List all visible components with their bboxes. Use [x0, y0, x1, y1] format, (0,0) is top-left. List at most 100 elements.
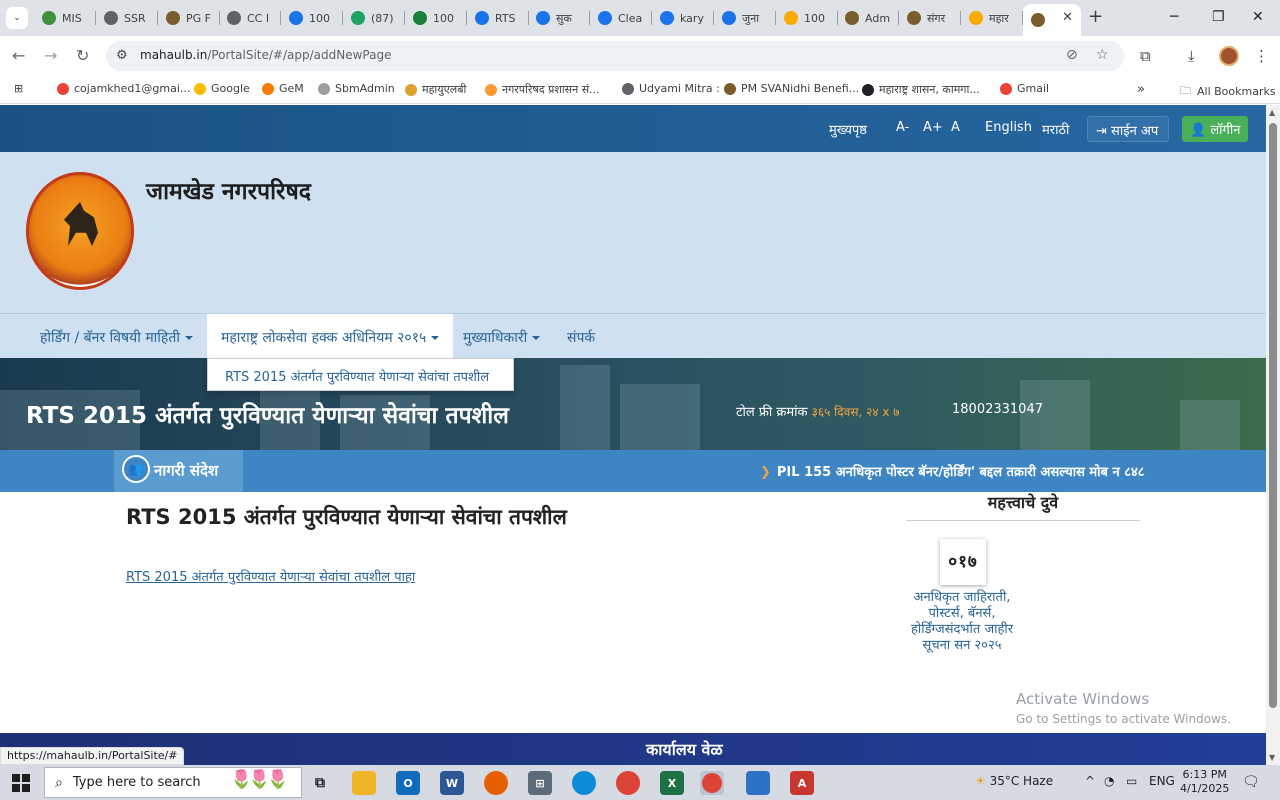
tab-label: RTS [495, 11, 516, 25]
login-button[interactable]: 👤 लॉगीन [1182, 116, 1248, 142]
minimize-icon[interactable]: ─ [1170, 8, 1178, 26]
scroll-thumb[interactable] [1269, 123, 1277, 708]
site-info-icon[interactable]: ⚙ [116, 48, 128, 63]
bookmark-item[interactable]: GeM [262, 82, 304, 95]
tray-overflow-icon[interactable]: ^ [1085, 774, 1095, 788]
browser-tab[interactable]: RTS [467, 5, 529, 31]
bookmark-item[interactable]: Udyami Mitra : [622, 82, 720, 95]
bookmark-star-icon[interactable]: ☆ [1096, 47, 1109, 63]
bookmark-item[interactable]: Gmail [1000, 82, 1049, 95]
bookmarks-overflow-icon[interactable]: » [1137, 82, 1145, 97]
bookmark-label: GeM [279, 82, 304, 95]
tab-favicon-icon [845, 11, 859, 25]
browser-tab[interactable]: संगर [899, 5, 961, 31]
menu-item-chief-officer[interactable]: मुख्याधिकारी [463, 328, 541, 347]
bookmark-favicon-icon [194, 82, 206, 95]
kebab-menu-icon[interactable]: ⋮ [1254, 46, 1269, 66]
network-icon[interactable]: ◔ [1104, 774, 1114, 788]
font-increase-button[interactable]: A+ [923, 120, 943, 135]
tab-search-button[interactable]: ⌄ [6, 7, 28, 29]
chrome-active-icon[interactable] [700, 771, 724, 795]
close-tab-icon[interactable]: ✕ [1062, 10, 1073, 25]
browser-tab[interactable]: सुक [528, 5, 590, 31]
municipal-seal-logo[interactable] [26, 172, 134, 290]
task-view-icon[interactable]: ⧉ [308, 771, 332, 795]
bookmark-item[interactable]: नगरपरिषद प्रशासन सं... [485, 82, 600, 97]
firefox-icon[interactable] [484, 771, 508, 795]
reload-icon[interactable]: ↻ [76, 46, 89, 66]
browser-tab[interactable]: kary [652, 5, 714, 31]
browser-tab[interactable]: Clea [590, 5, 652, 31]
browser-tab[interactable]: 100 [281, 5, 343, 31]
notifications-icon[interactable]: 🗨 [1242, 774, 1260, 790]
store-icon[interactable]: ⊞ [528, 771, 552, 795]
windows-start-icon[interactable] [12, 774, 30, 792]
all-bookmarks-button[interactable]: 🗀 All Bookmarks [1180, 82, 1276, 101]
lang-english-link[interactable]: English [985, 120, 1032, 135]
chrome-icon[interactable] [616, 771, 640, 795]
bookmark-item[interactable]: महाराष्ट्र शासन, कामगा... [862, 82, 980, 97]
download-icon[interactable]: ⤓ [1188, 46, 1195, 66]
browser-tab[interactable]: Adm [837, 5, 899, 31]
weather-widget[interactable]: ☀ 35°C Haze [975, 774, 1053, 788]
rts-details-link[interactable]: RTS 2015 अंतर्गत पुरविण्यात येणाऱ्या सेव… [126, 567, 415, 585]
system-clock[interactable]: 6:13 PM 4/1/2025 [1180, 768, 1229, 796]
close-window-icon[interactable]: ✕ [1252, 8, 1264, 26]
browser-tab[interactable]: 100 [405, 5, 467, 31]
excel-icon[interactable]: X [660, 771, 684, 795]
signup-button[interactable]: ⇥ साईन अप [1087, 116, 1169, 142]
eye-off-icon[interactable]: ⊘ [1066, 47, 1078, 63]
office-hours-bar: कार्यालय वेळ [0, 733, 1266, 765]
apps-grid-icon[interactable]: ⊞ [14, 82, 23, 95]
notice-thumbnail[interactable]: ०१७ [940, 539, 986, 585]
ticker-message[interactable]: ❯ PIL 155 अनधिकृत पोस्टर बॅनर/होर्डिंग' ब… [760, 462, 1145, 480]
display-icon[interactable]: ▭ [1126, 774, 1137, 788]
menu-item-hoarding-info[interactable]: होर्डिंग / बॅनर विषयी माहिती [40, 328, 193, 347]
rts-dropdown-item[interactable]: RTS 2015 अंतर्गत पुरविण्यात येणाऱ्या सेव… [207, 358, 514, 391]
tab-label: kary [680, 11, 704, 25]
access-icon[interactable]: A [790, 771, 814, 795]
address-bar[interactable]: ⚙ mahaulb.in/PortalSite/#/app/addNewPage… [106, 41, 1124, 71]
forward-icon[interactable]: → [44, 46, 57, 66]
home-link[interactable]: मुख्यपृष्ठ [829, 120, 867, 138]
bookmark-item[interactable]: SbmAdmin [318, 82, 395, 95]
extensions-icon[interactable]: ⧉ [1140, 46, 1151, 66]
menu-item-rts-act[interactable]: महाराष्ट्र लोकसेवा हक्क अधिनियम २०१५ [207, 314, 454, 359]
font-decrease-button[interactable]: A- [896, 120, 909, 135]
tab-favicon-icon [969, 11, 983, 25]
active-tab[interactable]: ✕ [1023, 4, 1081, 36]
browser-tab[interactable]: MIS [34, 5, 96, 31]
browser-tab[interactable]: SSR [96, 5, 158, 31]
page-scrollbar[interactable]: ▲ ▼ [1266, 105, 1280, 765]
tollfree-label: टोल फ्री क्रमांक ३६५ दिवस, २४ x ७ [736, 405, 900, 420]
browser-tab[interactable]: (87) [343, 5, 405, 31]
scroll-up-icon[interactable]: ▲ [1269, 108, 1275, 117]
bookmark-favicon-icon [57, 82, 69, 95]
browser-tab[interactable]: 100 [776, 5, 838, 31]
bookmark-item[interactable]: महायुएलबी [405, 82, 466, 97]
browser-tab[interactable]: PG F [158, 5, 220, 31]
bookmark-item[interactable]: Google [194, 82, 250, 95]
back-icon[interactable]: ← [12, 46, 25, 66]
browser-tab[interactable]: जुना [714, 5, 776, 31]
browser-tab[interactable]: महार [961, 5, 1023, 31]
bookmark-item[interactable]: PM SVANidhi Benefi... [724, 82, 859, 95]
outlook-icon[interactable]: O [396, 771, 420, 795]
word-icon[interactable]: W [440, 771, 464, 795]
restore-icon[interactable]: ❐ [1212, 8, 1225, 26]
new-tab-button[interactable]: + [1088, 8, 1103, 26]
browser-tab[interactable]: CC I [219, 5, 281, 31]
photos-icon[interactable] [746, 771, 770, 795]
scroll-down-icon[interactable]: ▼ [1269, 753, 1275, 762]
menu-item-contact[interactable]: संपर्क [567, 328, 595, 347]
language-indicator[interactable]: ENG [1149, 774, 1175, 788]
edge-icon[interactable] [572, 771, 596, 795]
url-text[interactable]: mahaulb.in/PortalSite/#/app/addNewPage [140, 48, 391, 62]
bookmark-label: cojamkhed1@gmai... [74, 82, 191, 95]
lang-marathi-link[interactable]: मराठी [1042, 120, 1069, 138]
bookmark-item[interactable]: cojamkhed1@gmai... [57, 82, 190, 95]
profile-avatar[interactable] [1219, 46, 1239, 66]
file-explorer-icon[interactable] [352, 771, 376, 795]
font-normal-button[interactable]: A [951, 120, 960, 135]
hoarding-notice-link[interactable]: अनधिकृत जाहिराती, पोस्टर्स, बॅनर्स, होर्… [906, 590, 1018, 654]
